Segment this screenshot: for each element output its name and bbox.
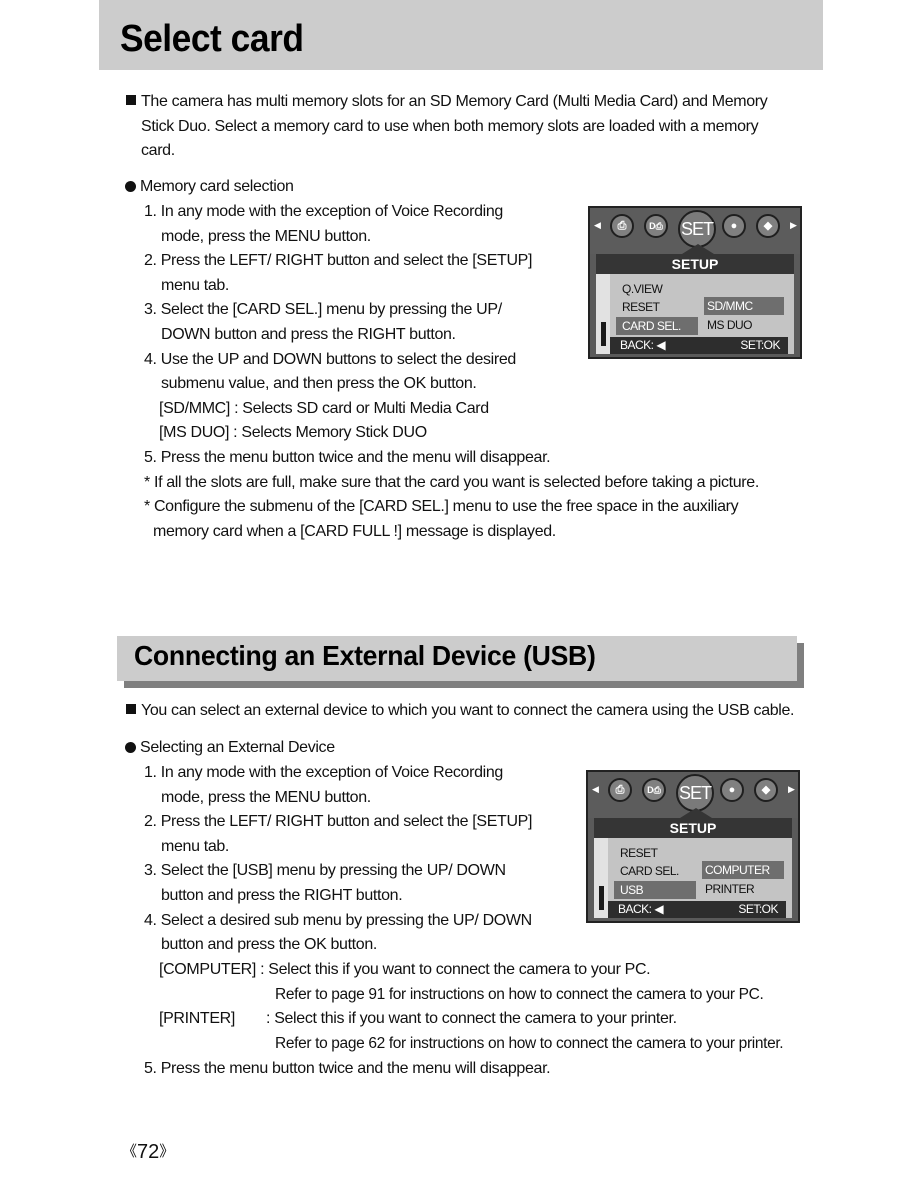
set-icon: SET <box>676 774 714 812</box>
submenu-printer: PRINTER <box>705 882 755 896</box>
scrollbar <box>601 322 606 346</box>
print-icon: ⎙ <box>608 778 632 802</box>
section-title-usb: Connecting an External Device (USB) <box>134 640 596 671</box>
hint-bar: BACK: ◀ SET:OK <box>610 337 788 354</box>
step-line: mode, press the MENU button. <box>161 788 371 806</box>
tab-pointer <box>682 244 714 254</box>
step-line: 5. Press the menu button twice and the m… <box>144 1060 551 1077</box>
page-number-value: 72 <box>137 1141 160 1163</box>
subheading-external-device: Selecting an External Device <box>125 736 335 761</box>
intro-line: Stick Duo. Select a memory card to use w… <box>141 117 759 135</box>
intro-line: card. <box>141 142 175 160</box>
left-arrow-icon: ◀ <box>592 784 599 794</box>
set-hint: SET:OK <box>740 338 780 352</box>
option-line: [MS DUO] : Selects Memory Stick DUO <box>159 424 427 442</box>
step-line: button and press the OK button. <box>161 936 377 954</box>
hint-bar: BACK: ◀ SET:OK <box>608 901 786 918</box>
effect-icon: ◆ <box>756 214 780 238</box>
scrollbar <box>599 886 604 910</box>
tab-pointer <box>680 808 712 818</box>
menu-item-reset: RESET <box>620 846 658 860</box>
subheading-text: Selecting an External Device <box>140 739 335 756</box>
step-line: 5. Press the menu button twice and the m… <box>144 448 551 466</box>
menu-panel: Q.VIEW RESET CARD SEL. SD/MMC MS DUO BAC… <box>596 274 794 354</box>
square-bullet-icon <box>126 704 136 714</box>
note-line: memory card when a [CARD FULL !] message… <box>153 522 556 540</box>
back-hint: BACK: ◀ <box>620 338 666 352</box>
note-line: * If all the slots are full, make sure t… <box>144 473 759 491</box>
step-line: 4. Select a desired sub menu by pressing… <box>144 911 532 929</box>
option-key: [COMPUTER] <box>159 961 256 978</box>
step-line: menu tab. <box>161 837 230 855</box>
effect-icon: ◆ <box>754 778 778 802</box>
step-line: 1. In any mode with the exception of Voi… <box>144 764 503 781</box>
note-line: * Configure the submenu of the [CARD SEL… <box>144 498 739 516</box>
menu-item-qview: Q.VIEW <box>622 282 663 296</box>
bracket-right: 》 <box>159 1143 175 1160</box>
round-bullet-icon <box>125 742 136 753</box>
user-icon: ● <box>720 778 744 802</box>
step-line: 2. Press the LEFT/ RIGHT button and sele… <box>144 813 533 831</box>
option-printer-desc: : Select this if you want to connect the… <box>266 1010 677 1027</box>
option-line: [SD/MMC] : Selects SD card or Multi Medi… <box>159 399 489 417</box>
set-icon: SET <box>678 210 716 248</box>
camera-menu-screen-usb: ◀ ⎙ D⎙ SET ● ◆ ▶ SETUP RESET CARD SEL. U… <box>586 770 800 923</box>
menu-item-card-sel: CARD SEL. <box>620 864 679 878</box>
subheading-memory-card-selection: Memory card selection <box>125 175 294 200</box>
left-arrow-icon: ◀ <box>594 220 601 230</box>
menu-item-reset: RESET <box>622 300 660 314</box>
option-desc: : Select this if you want to connect the… <box>260 961 651 978</box>
menu-item-card-sel: CARD SEL. <box>616 317 698 335</box>
intro-line: The camera has multi memory slots for an… <box>141 93 768 110</box>
camera-menu-screen-card-sel: ◀ ⎙ D⎙ SET ● ◆ ▶ SETUP Q.VIEW RESET CARD… <box>588 206 802 359</box>
intro-paragraph: The camera has multi memory slots for an… <box>126 90 768 164</box>
submenu-ms-duo: MS DUO <box>707 318 753 332</box>
print-icon: ⎙ <box>610 214 634 238</box>
user-icon: ● <box>722 214 746 238</box>
step-line: button and press the RIGHT button. <box>161 886 403 904</box>
back-hint: BACK: ◀ <box>618 902 664 916</box>
page-number: 《72》 <box>122 1140 174 1164</box>
step-line: submenu value, and then press the OK but… <box>161 375 477 393</box>
round-bullet-icon <box>125 181 136 192</box>
option-computer: [COMPUTER] : Select this if you want to … <box>159 958 651 983</box>
set-hint: SET:OK <box>738 902 778 916</box>
menu-title: SETUP <box>594 818 792 838</box>
right-arrow-icon: ▶ <box>788 784 795 794</box>
intro-paragraph-usb: You can select an external device to whi… <box>126 699 794 724</box>
step-line: 3. Select the [USB] menu by pressing the… <box>144 862 506 880</box>
submenu-sd-mmc: SD/MMC <box>704 297 784 315</box>
square-bullet-icon <box>126 95 136 105</box>
option-printer-key: [PRINTER] <box>159 1010 235 1027</box>
transfer-icon: D⎙ <box>644 214 668 238</box>
steps-list-usb: 1. In any mode with the exception of Voi… <box>144 761 532 958</box>
page-title: Select card <box>120 18 304 60</box>
transfer-icon: D⎙ <box>642 778 666 802</box>
intro-line: You can select an external device to whi… <box>141 702 795 719</box>
menu-item-usb: USB <box>614 881 696 899</box>
option-note: Refer to page 91 for instructions on how… <box>275 986 764 1003</box>
submenu-computer: COMPUTER <box>702 861 784 879</box>
menu-panel: RESET CARD SEL. USB COMPUTER PRINTER BAC… <box>594 838 792 918</box>
subheading-text: Memory card selection <box>140 178 294 195</box>
menu-title: SETUP <box>596 254 794 274</box>
bracket-left: 《 <box>122 1143 138 1160</box>
right-arrow-icon: ▶ <box>790 220 797 230</box>
option-note: Refer to page 62 for instructions on how… <box>275 1035 784 1052</box>
